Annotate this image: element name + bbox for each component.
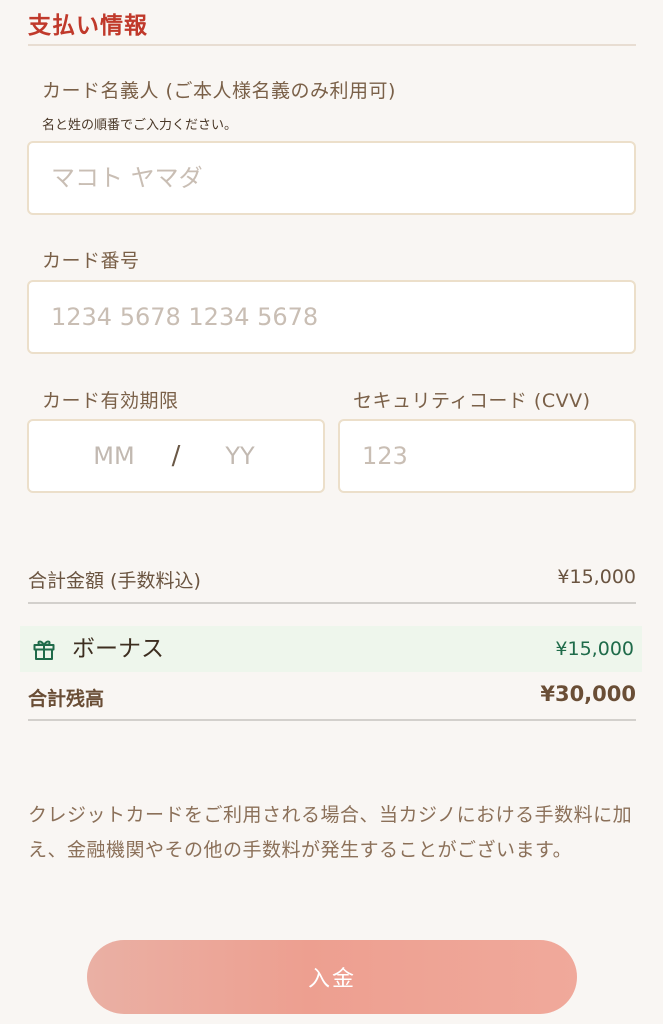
- section-divider: [28, 44, 636, 46]
- total-amount-value: ¥15,000: [557, 566, 636, 588]
- expiry-separator: /: [171, 441, 181, 471]
- cardholder-label: カード名義人 (ご本人様名義のみ利用可): [42, 80, 396, 102]
- total-balance-value: ¥30,000: [540, 682, 636, 706]
- bonus-row: ボーナス ¥15,000: [20, 626, 642, 672]
- total-amount-row: 合計金額 (手数料込) ¥15,000: [28, 562, 636, 602]
- bonus-label: ボーナス: [72, 636, 164, 662]
- card-number-input[interactable]: [27, 280, 636, 354]
- balance-divider: [28, 719, 636, 721]
- cvv-label: セキュリティコード (CVV): [353, 390, 591, 412]
- total-balance-label: 合計残高: [28, 688, 105, 710]
- cvv-input[interactable]: [338, 419, 636, 493]
- total-balance-row: 合計残高 ¥30,000: [28, 680, 636, 716]
- expiry-field[interactable]: MM / YY: [27, 419, 325, 493]
- card-number-label: カード番号: [42, 250, 140, 272]
- total-divider: [28, 602, 636, 604]
- gift-icon: [33, 640, 55, 660]
- expiry-month-input[interactable]: MM: [79, 421, 149, 491]
- bonus-value: ¥15,000: [555, 638, 634, 660]
- deposit-button[interactable]: 入金: [87, 940, 577, 1014]
- total-amount-label: 合計金額 (手数料込): [28, 570, 201, 592]
- section-title: 支払い情報: [28, 13, 148, 39]
- cardholder-hint: 名と姓の順番でご入力ください。: [42, 118, 238, 133]
- cardholder-name-input[interactable]: [27, 141, 636, 215]
- expiry-label: カード有効期限: [42, 390, 179, 412]
- expiry-year-input[interactable]: YY: [205, 421, 275, 491]
- fee-notice: クレジットカードをご利用される場合、当カジノにおける手数料に加え、金融機関やその…: [28, 804, 633, 861]
